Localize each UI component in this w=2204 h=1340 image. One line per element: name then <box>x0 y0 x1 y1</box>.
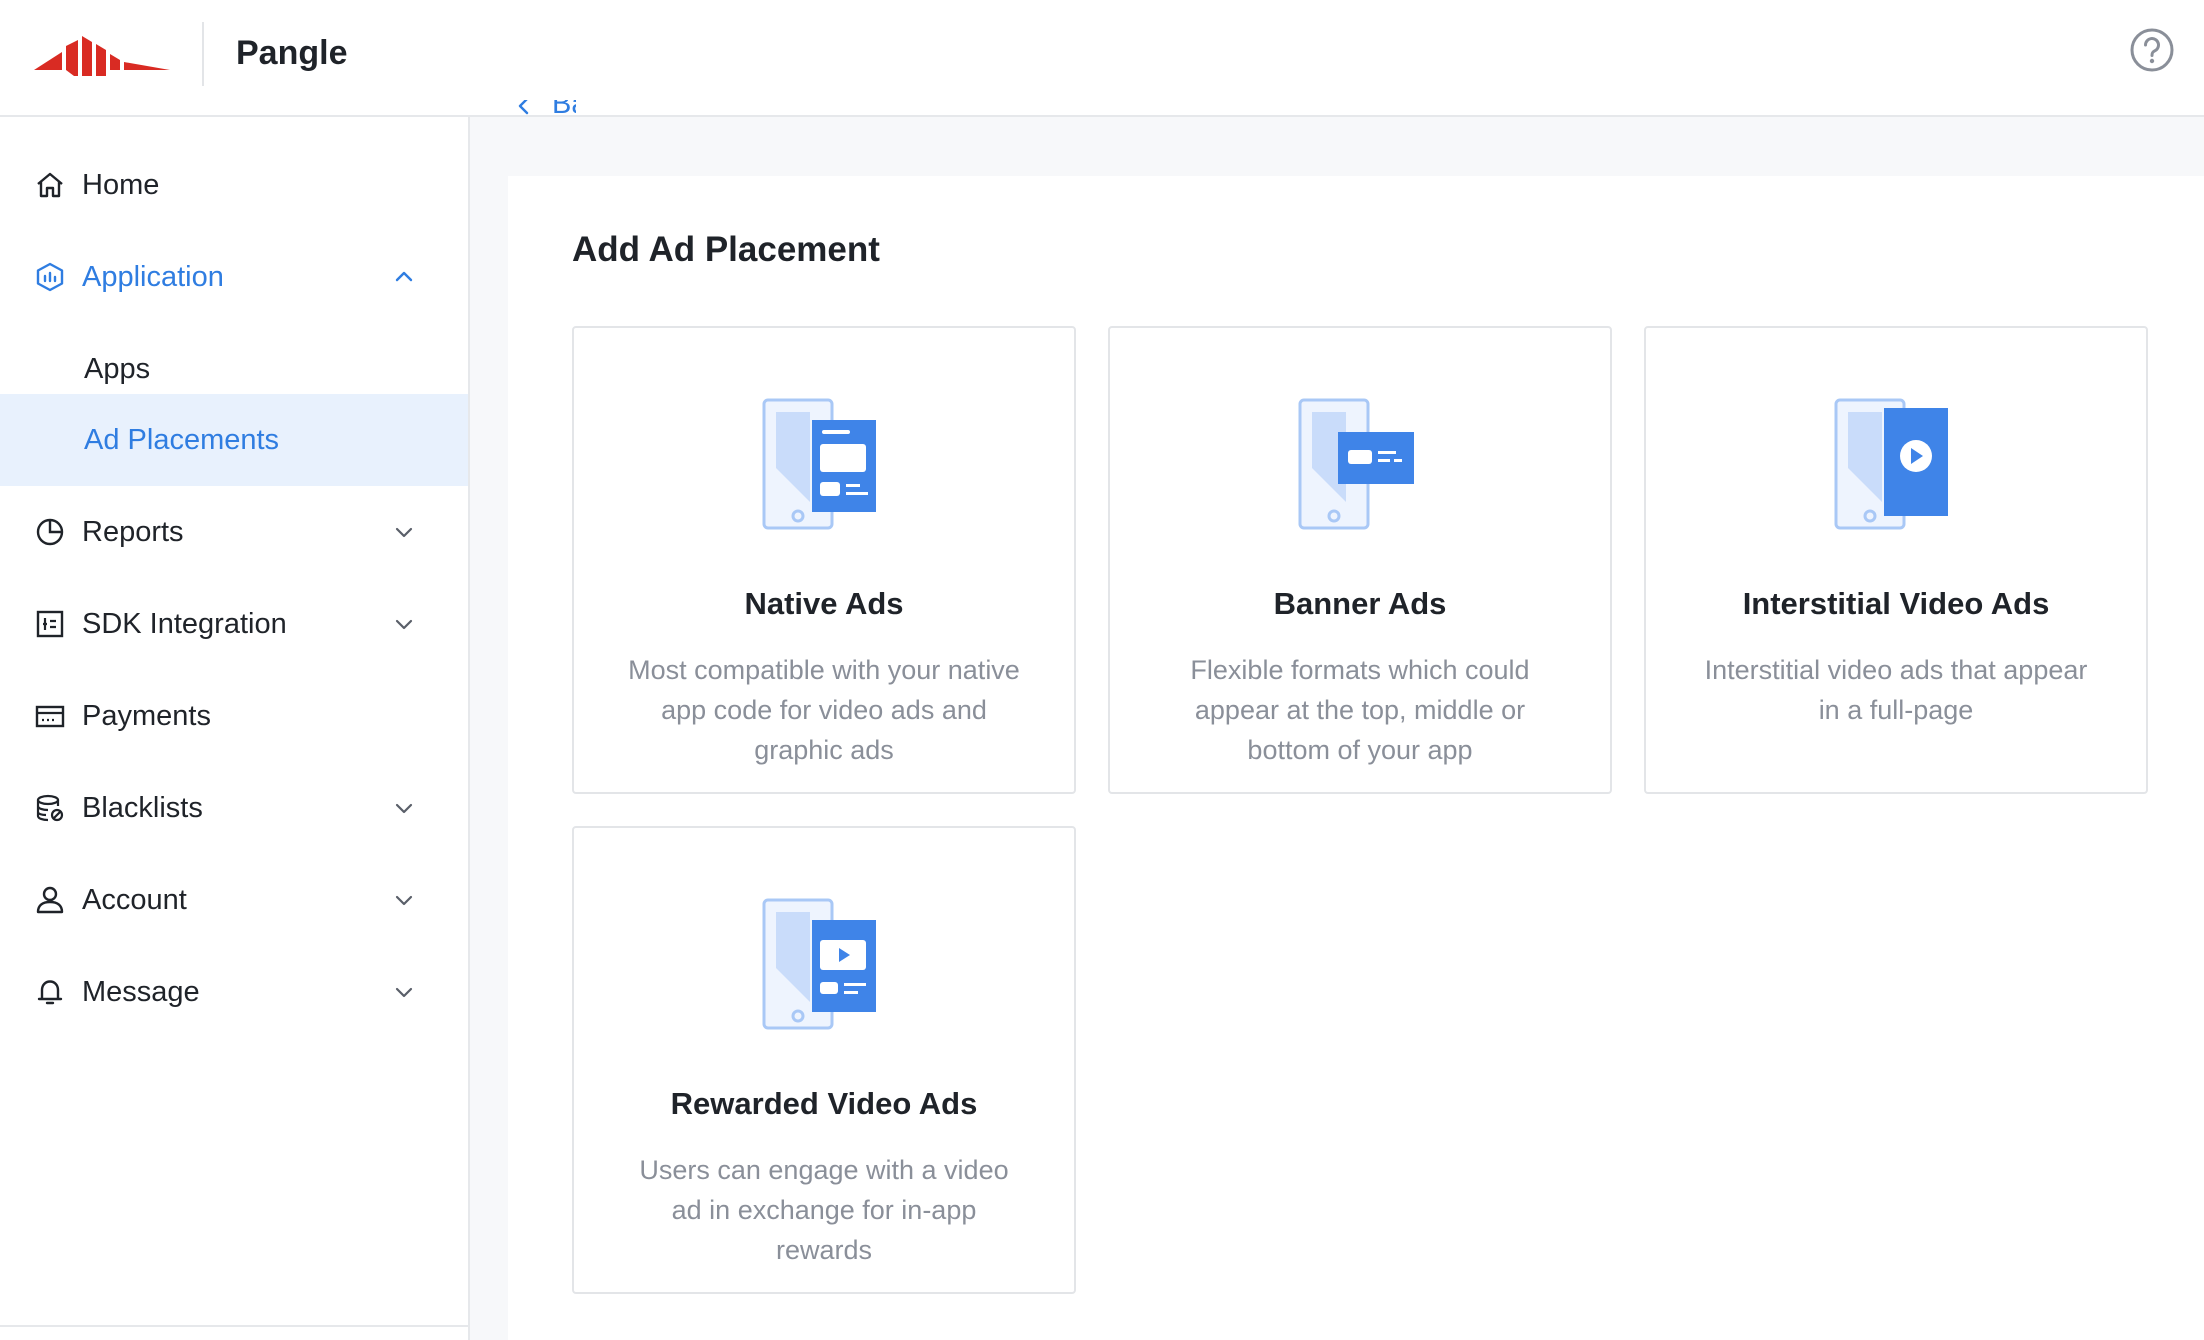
card-title: Rewarded Video Ads <box>670 1086 978 1121</box>
sdk-icon <box>36 610 64 638</box>
ad-type-card-native[interactable]: Native Ads Most compatible with your nat… <box>572 326 1076 794</box>
ad-type-card-rewarded[interactable]: Rewarded Video Ads Users can engage with… <box>572 826 1076 1294</box>
card-title: Interstitial Video Ads <box>1742 586 2050 621</box>
card-description: Users can engage with a video ad in exch… <box>639 1155 1009 1265</box>
sidebar: Home Application Apps Ad Placements Repo… <box>0 117 470 1340</box>
chevron-down-icon <box>395 803 413 814</box>
rewarded-ad-illustration <box>762 898 876 1030</box>
banner-ad-illustration <box>1298 398 1414 530</box>
sidebar-subitem-label: Ad Placements <box>84 423 280 456</box>
page-title: Add Ad Placement <box>572 230 880 269</box>
sidebar-subitem-label: Apps <box>84 352 151 385</box>
database-icon <box>36 794 64 822</box>
ad-type-card-interstitial[interactable]: Interstitial Video Ads Interstitial vide… <box>1644 326 2148 794</box>
sidebar-item-label: Reports <box>82 515 184 548</box>
back-link[interactable]: Back <box>512 100 576 124</box>
card-description: Flexible formats which could appear at t… <box>1190 655 1530 765</box>
sidebar-item-blacklists[interactable]: Blacklists <box>0 762 468 854</box>
chevron-up-icon <box>395 271 413 282</box>
card-description: Most compatible with your native app cod… <box>628 655 1020 765</box>
user-icon <box>36 886 64 914</box>
chevron-down-icon <box>395 895 413 906</box>
sidebar-divider <box>0 1325 468 1327</box>
application-icon <box>36 262 64 292</box>
bell-icon <box>37 980 63 1005</box>
wallet-icon <box>35 705 65 728</box>
card-title: Banner Ads <box>1273 586 1447 621</box>
sidebar-item-label: SDK Integration <box>82 607 287 640</box>
chevron-down-icon <box>395 987 413 998</box>
sidebar-item-message[interactable]: Message <box>0 946 468 1038</box>
sidebar-item-payments[interactable]: Payments <box>0 670 468 762</box>
pie-chart-icon <box>36 518 64 546</box>
sidebar-item-account[interactable]: Account <box>0 854 468 946</box>
back-label: Back <box>552 100 576 120</box>
question-circle-icon[interactable] <box>2128 26 2176 74</box>
sidebar-item-label: Message <box>82 975 200 1008</box>
chevron-left-icon <box>518 100 529 115</box>
sidebar-item-reports[interactable]: Reports <box>0 486 468 578</box>
sidebar-item-label: Blacklists <box>82 791 203 824</box>
sidebar-subitem-ad-placements[interactable]: Ad Placements <box>0 394 468 486</box>
card-title: Native Ads <box>744 586 904 621</box>
ad-type-card-banner[interactable]: Banner Ads Flexible formats which could … <box>1108 326 1612 794</box>
chevron-down-icon <box>395 619 413 630</box>
pangle-logo[interactable] <box>34 30 170 80</box>
sidebar-item-label: Home <box>82 168 160 201</box>
sidebar-item-label: Account <box>82 883 187 916</box>
card-description: Interstitial video ads that appear in a … <box>1704 655 2088 725</box>
native-ad-illustration <box>762 398 876 530</box>
sidebar-item-application[interactable]: Application <box>0 231 468 323</box>
sidebar-item-home[interactable]: Home <box>0 139 468 231</box>
brand-name: Pangle <box>236 34 348 72</box>
brand-divider <box>202 22 204 86</box>
top-bar: Pangle <box>0 0 2204 117</box>
sidebar-item-label: Application <box>82 260 224 293</box>
sidebar-item-sdk-integration[interactable]: SDK Integration <box>0 578 468 670</box>
home-icon <box>37 172 63 198</box>
chevron-down-icon <box>395 527 413 538</box>
interstitial-ad-illustration <box>1834 398 1948 530</box>
sidebar-item-label: Payments <box>82 699 211 732</box>
